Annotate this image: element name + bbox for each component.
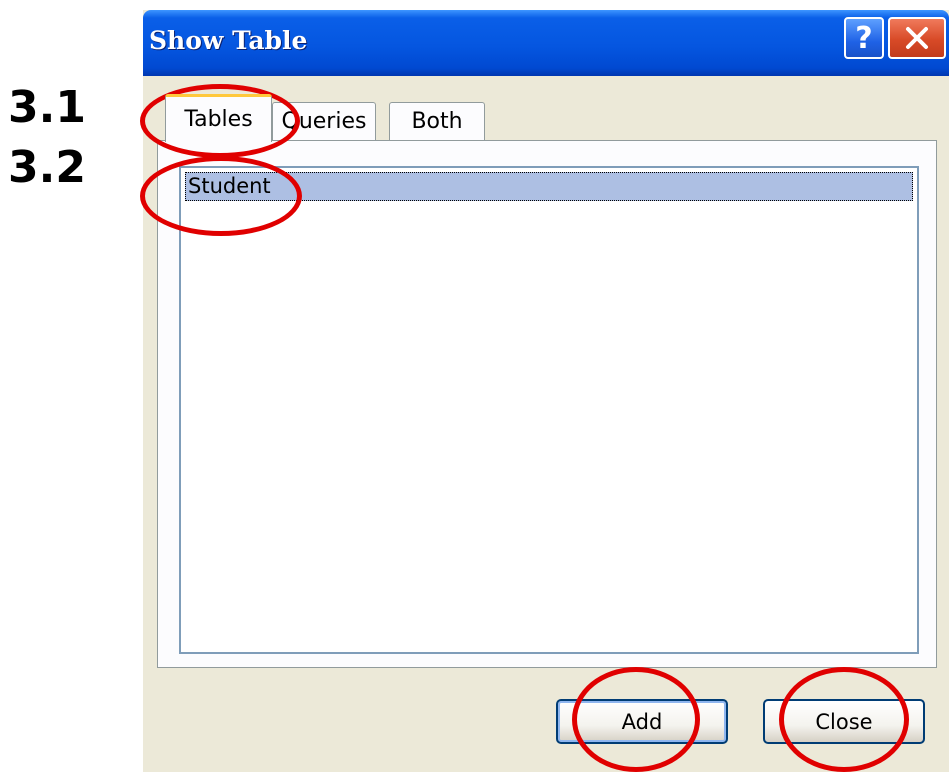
question-mark-icon: ? [855,20,873,56]
tab-queries[interactable]: Queries [272,102,376,140]
add-button[interactable]: Add [556,699,728,744]
title-bar: Show Table ? [143,10,949,76]
show-table-dialog: Show Table ? Tables Queries Both Student… [143,10,949,772]
close-button[interactable]: Close [763,699,925,744]
tab-tables[interactable]: Tables [165,94,272,142]
tab-both-label: Both [411,109,463,134]
close-window-button[interactable] [888,17,946,59]
list-item-student[interactable]: Student [185,172,913,201]
dialog-title: Show Table [149,26,308,55]
help-button[interactable]: ? [844,17,884,59]
tab-tables-label: Tables [184,107,253,132]
tab-both[interactable]: Both [389,102,485,140]
close-x-icon [906,27,928,49]
tab-queries-label: Queries [281,109,367,134]
tables-tab-panel: Student [157,140,937,668]
step-label-3-1: 3.1 [8,82,86,133]
step-label-3-2: 3.2 [8,142,86,193]
table-list[interactable]: Student [179,166,919,654]
